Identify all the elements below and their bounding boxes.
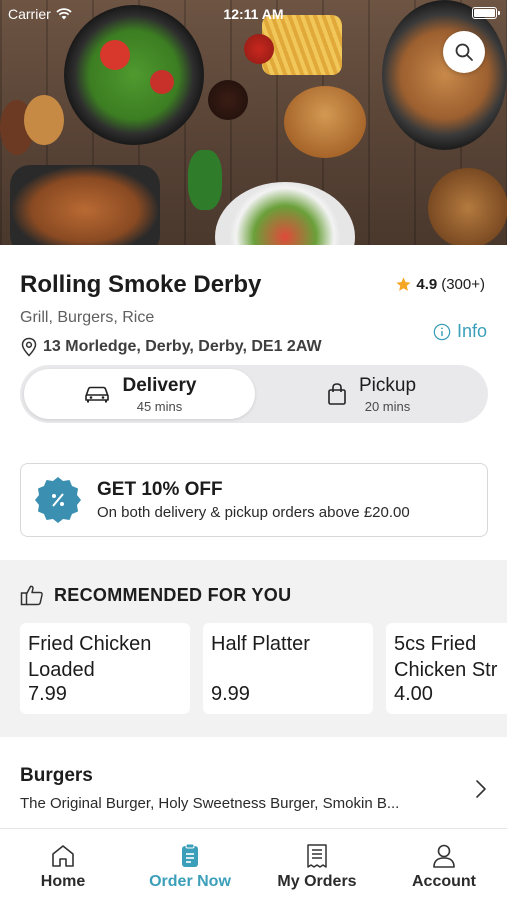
address-text: 13 Morledge, Derby, Derby, DE1 2AW — [43, 338, 322, 355]
recommended-title: RECOMMENDED FOR YOU — [54, 584, 292, 605]
thumbs-up-icon — [20, 585, 43, 606]
shopping-bag-icon — [328, 383, 346, 405]
tab-label: My Orders — [277, 873, 357, 890]
search-icon — [455, 43, 473, 61]
recommended-item[interactable]: 5cs Fried Chicken Str 4.00 — [386, 623, 507, 714]
info-button[interactable]: Info — [433, 321, 487, 342]
recommended-item[interactable]: Fried Chicken Loaded 7.99 — [20, 623, 190, 714]
tab-label: Account — [412, 873, 476, 890]
status-time: 12:11 AM — [223, 6, 284, 22]
recommended-item[interactable]: Half Platter 9.99 — [203, 623, 373, 714]
delivery-time: 45 mins — [136, 398, 183, 414]
rating-count: (300+) — [441, 276, 485, 293]
offer-banner[interactable]: GET 10% OFF On both delivery & pickup or… — [20, 463, 488, 537]
pickup-time: 20 mins — [364, 398, 411, 414]
person-icon — [433, 844, 455, 868]
search-button[interactable] — [443, 31, 485, 73]
tab-home[interactable]: Home — [0, 843, 126, 891]
order-icon — [182, 843, 198, 867]
tab-label: Order Now — [149, 873, 231, 890]
pickup-label: Pickup — [358, 374, 417, 396]
chicken-leg-plate — [10, 165, 160, 245]
recommended-section: RECOMMENDED FOR YOU Fried Chicken Loaded… — [0, 560, 507, 737]
info-label: Info — [456, 321, 487, 341]
item-price: 7.99 — [28, 683, 67, 705]
tomato-slice — [150, 70, 174, 94]
item-price: 9.99 — [211, 683, 250, 705]
receipt-icon — [307, 844, 327, 868]
tomato-slices — [100, 40, 130, 70]
burger-top — [284, 86, 366, 158]
category-description: The Original Burger, Holy Sweetness Burg… — [20, 795, 400, 812]
tab-my-orders[interactable]: My Orders — [254, 843, 380, 891]
info-icon — [433, 323, 451, 340]
pickup-option[interactable]: Pickup 20 mins — [256, 369, 487, 419]
item-name: Fried Chicken Loaded — [28, 633, 152, 681]
offer-title: GET 10% OFF — [97, 479, 223, 500]
item-name: Half Platter — [211, 633, 310, 655]
restaurant-name: Rolling Smoke Derby — [20, 271, 262, 298]
cuisines: Grill, Burgers, Rice — [20, 309, 155, 326]
car-icon — [84, 386, 109, 403]
herb — [188, 150, 222, 210]
item-price: 4.00 — [394, 683, 433, 705]
chevron-right-icon — [476, 780, 486, 798]
category-row-burgers[interactable]: Burgers The Original Burger, Holy Sweetn… — [0, 737, 507, 827]
rice-bowl — [215, 182, 355, 245]
delivery-label: Delivery — [122, 374, 197, 396]
item-name: 5cs Fried Chicken Str — [394, 633, 498, 681]
recommended-header: RECOMMENDED FOR YOU — [20, 584, 291, 606]
star-icon — [396, 277, 411, 291]
hero-image: Carrier 12:11 AM — [0, 0, 507, 245]
tab-order-now[interactable]: Order Now — [127, 843, 253, 891]
sauce-cup — [208, 80, 248, 120]
tab-label: Home — [40, 873, 86, 890]
battery-icon — [472, 7, 500, 19]
tab-account[interactable]: Account — [381, 843, 507, 891]
category-title: Burgers — [20, 765, 93, 786]
status-bar: Carrier 12:11 AM — [0, 0, 507, 28]
tab-bar: Home Order Now My Orders Account — [0, 828, 507, 900]
location-pin-icon — [21, 337, 37, 357]
rating: 4.9 (300+) — [395, 276, 485, 293]
burger-side — [428, 168, 507, 245]
percent-badge-icon — [35, 477, 81, 523]
order-mode-toggle: Delivery 45 mins Pickup 20 mins — [20, 365, 488, 423]
address: 13 Morledge, Derby, Derby, DE1 2AW — [20, 337, 322, 357]
offer-description: On both delivery & pickup orders above £… — [97, 504, 410, 521]
ketchup-cup — [244, 34, 274, 64]
rating-value: 4.9 — [416, 276, 438, 293]
delivery-option[interactable]: Delivery 45 mins — [24, 369, 255, 419]
home-icon — [52, 845, 74, 867]
bun — [24, 95, 64, 145]
